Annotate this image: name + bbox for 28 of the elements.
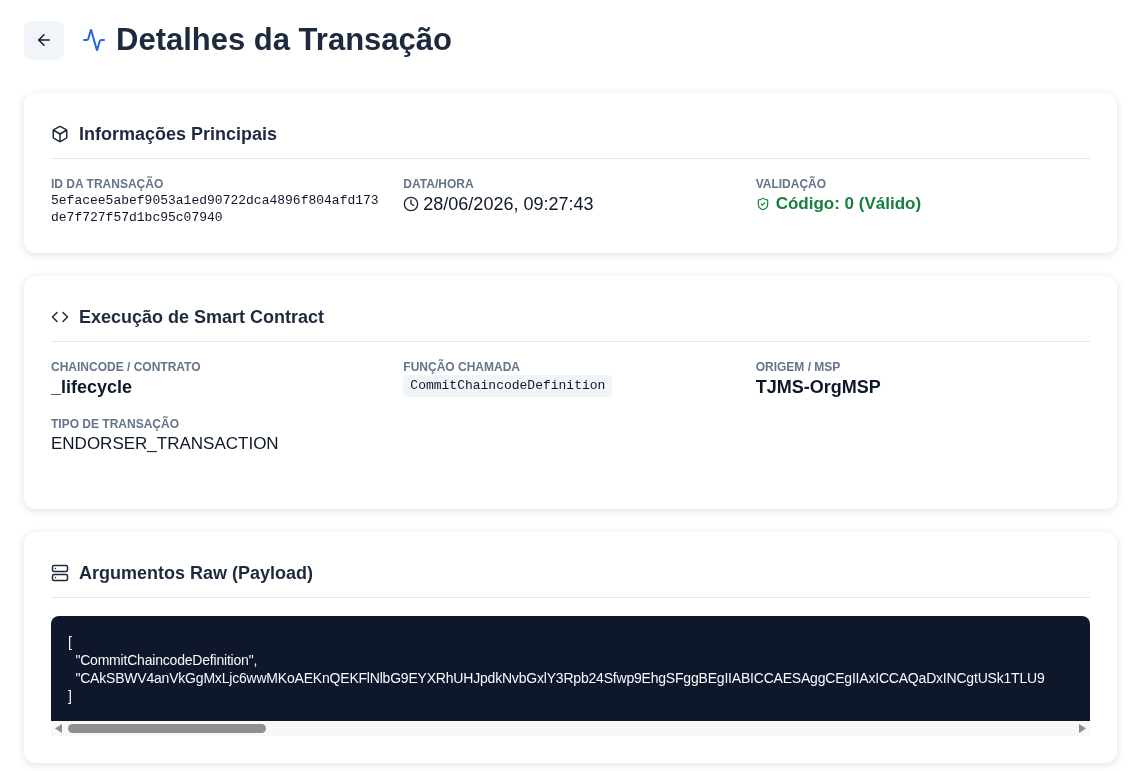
- clock-icon: [403, 196, 420, 212]
- scroll-right-icon[interactable]: [1079, 724, 1086, 733]
- field-label: DATA/HORA: [403, 177, 475, 192]
- field-value: ENDORSER_TRANSACTION: [51, 433, 280, 455]
- scroll-left-icon[interactable]: [55, 724, 62, 733]
- date-time-value: 28/06/2026, 09:27:43: [423, 193, 594, 216]
- field-label: TIPO DE TRANSAÇÃO: [51, 417, 180, 432]
- transaction-id: 5efacee5abef9053a1ed90722dca4896f804afd173de7f727f57d1bc95c07940: [51, 192, 380, 226]
- cube-icon: [51, 125, 69, 143]
- section-title: Execução de Smart Contract: [79, 306, 325, 329]
- field-value: TJMS-OrgMSP: [755, 376, 882, 399]
- section-title: Argumentos Raw (Payload): [79, 562, 314, 585]
- field-label: VALIDAÇÃO: [755, 177, 828, 192]
- field-label: ORIGEM / MSP: [755, 360, 842, 375]
- server-icon: [51, 564, 69, 582]
- field-label: ID DA TRANSAÇÃO: [51, 177, 165, 192]
- scrollbar-thumb[interactable]: [68, 724, 266, 733]
- horizontal-scrollbar[interactable]: [51, 721, 1090, 736]
- validation-status: Código: 0 (Válido): [775, 193, 922, 215]
- field-label: FUNÇÃO CHAMADA: [403, 360, 521, 375]
- page-title: Detalhes da Transação: [116, 21, 452, 59]
- function-name-code: CommitChaincodeDefinition: [403, 375, 613, 397]
- activity-icon: [82, 28, 106, 52]
- section-title: Informações Principais: [79, 123, 278, 146]
- field-label: CHAINCODE / CONTRATO: [51, 360, 202, 375]
- payload-text: [ "CommitChaincodeDefinition", "CAkSBWV4anVkGgMxLjc6wwMKoAEKnQEKFlNlbG9EYXRhUHJpdkNvbGxlY3Rpb24Sfwp9EhgSFggBEgIIABICCAESAggCEgIIAxICCAQaDxINCgtUSk1TLU9 ]: [68, 633, 1045, 705]
- back-button[interactable]: [24, 20, 64, 60]
- field-value: _lifecycle: [51, 376, 134, 399]
